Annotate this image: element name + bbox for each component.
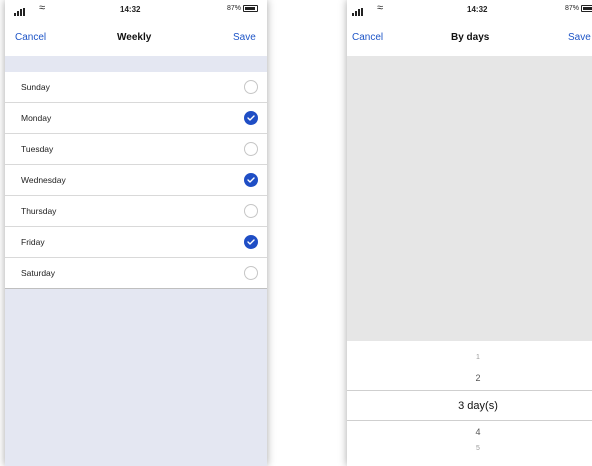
day-row[interactable]: Sunday: [5, 72, 267, 103]
unchecked-radio-icon[interactable]: [244, 204, 258, 218]
checked-radio-icon[interactable]: [244, 111, 258, 125]
picker-divider: [347, 390, 592, 391]
day-label: Monday: [21, 113, 52, 123]
signal-icon: [352, 8, 364, 16]
page-title: By days: [451, 32, 490, 43]
cancel-button[interactable]: Cancel: [352, 32, 383, 43]
wifi-icon: ≈: [377, 2, 384, 14]
status-bar: ≈ 14:32 87%: [5, 0, 267, 24]
picker-option[interactable]: 5: [347, 445, 592, 452]
unchecked-radio-icon[interactable]: [244, 80, 258, 94]
day-label: Thursday: [21, 206, 57, 216]
picker-option[interactable]: 1: [347, 354, 592, 361]
day-label: Tuesday: [21, 144, 54, 154]
battery-icon: [243, 5, 259, 12]
day-label: Saturday: [21, 268, 56, 278]
by-days-screen: ≈ 14:32 87% Cancel By days Save 1 2 3 da…: [347, 0, 592, 466]
battery-percent: 87%: [227, 5, 242, 12]
day-row[interactable]: Wednesday: [5, 165, 267, 196]
battery-indicator: 87%: [565, 5, 592, 12]
day-label: Sunday: [21, 82, 50, 92]
day-row[interactable]: Friday: [5, 227, 267, 258]
status-time: 14:32: [467, 5, 488, 14]
day-row[interactable]: Thursday: [5, 196, 267, 227]
battery-percent: 87%: [565, 5, 580, 12]
wifi-icon: ≈: [39, 2, 46, 14]
status-time: 14:32: [120, 5, 141, 14]
weekly-screen: ≈ 14:32 87% Cancel Weekly Save Sunday Mon…: [5, 0, 267, 466]
nav-bar: Cancel Weekly Save: [5, 24, 267, 56]
picker-selected-option[interactable]: 3 day(s): [347, 400, 592, 412]
day-row[interactable]: Saturday: [5, 258, 267, 289]
weekday-list: Sunday Monday Tuesday Wednesday Thursday Frid…: [5, 72, 267, 289]
unchecked-radio-icon[interactable]: [244, 142, 258, 156]
day-count-picker[interactable]: 1 2 3 day(s) 4 5: [347, 341, 592, 466]
status-bar: ≈ 14:32 87%: [347, 0, 592, 24]
nav-bar: Cancel By days Save: [347, 24, 592, 56]
save-button[interactable]: Save: [568, 32, 591, 43]
battery-icon: [581, 5, 592, 12]
section-gap: [5, 56, 267, 72]
unchecked-radio-icon[interactable]: [244, 266, 258, 280]
cancel-button[interactable]: Cancel: [15, 32, 46, 43]
page-title: Weekly: [117, 32, 152, 43]
content-area: [347, 56, 592, 341]
checked-radio-icon[interactable]: [244, 235, 258, 249]
checked-radio-icon[interactable]: [244, 173, 258, 187]
picker-option[interactable]: 4: [347, 427, 592, 437]
day-label: Friday: [21, 237, 45, 247]
picker-option[interactable]: 2: [347, 373, 592, 383]
signal-icon: [14, 8, 26, 16]
save-button[interactable]: Save: [233, 32, 256, 43]
day-label: Wednesday: [21, 175, 66, 185]
day-row[interactable]: Tuesday: [5, 134, 267, 165]
battery-indicator: 87%: [227, 5, 259, 12]
day-row[interactable]: Monday: [5, 103, 267, 134]
picker-divider: [347, 420, 592, 421]
